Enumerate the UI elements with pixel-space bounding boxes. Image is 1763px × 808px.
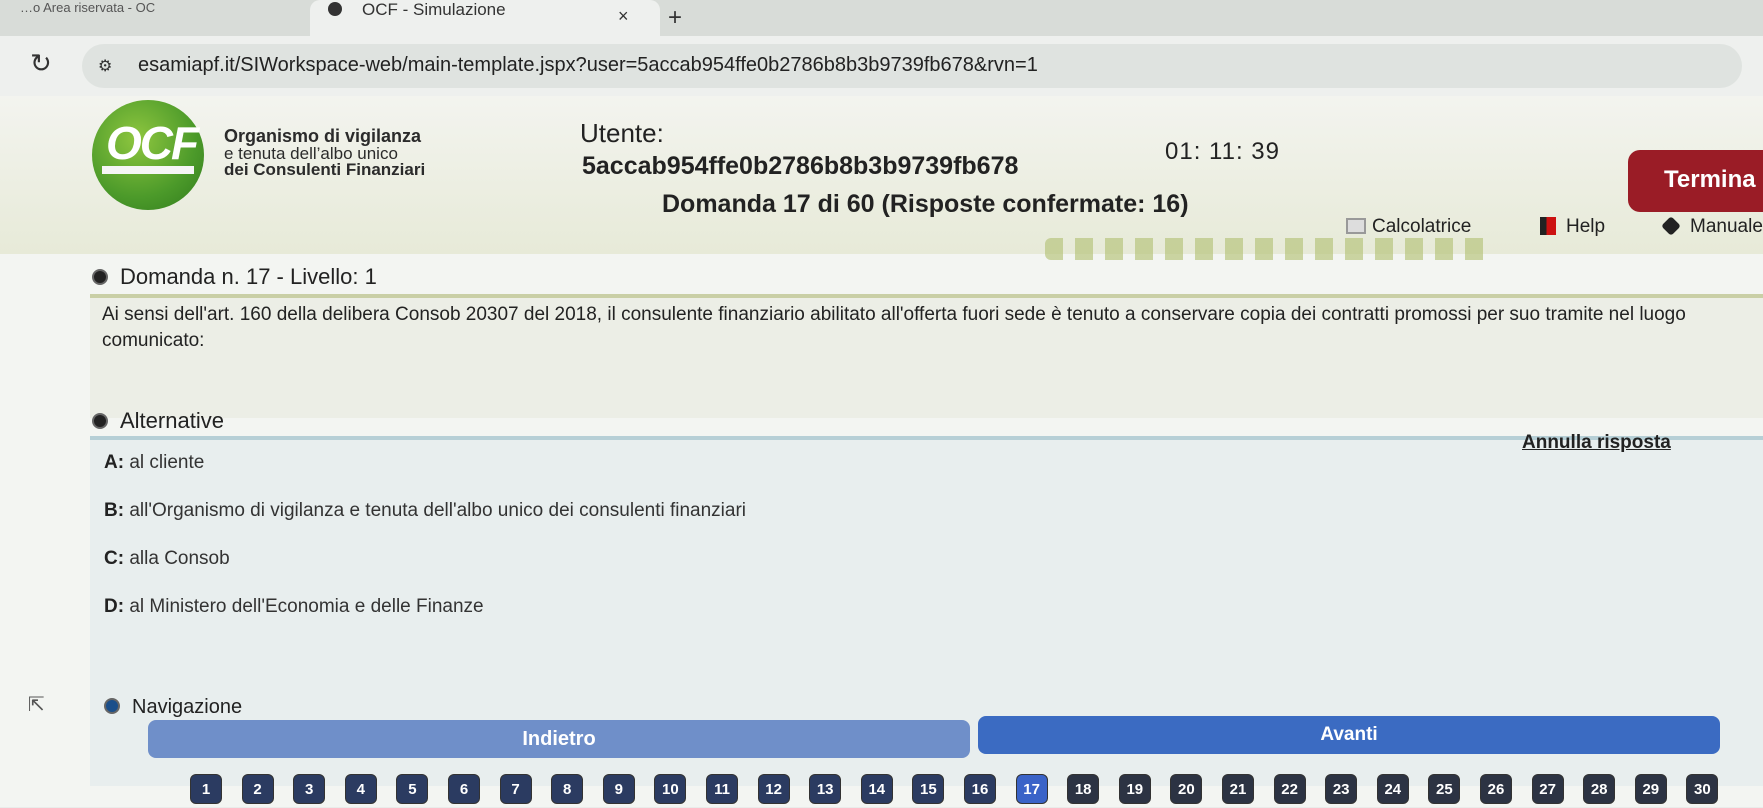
bullet-icon bbox=[92, 413, 108, 429]
timer: 01: 11: 39 bbox=[1165, 138, 1280, 165]
question-number-button[interactable]: 5 bbox=[396, 774, 429, 804]
question-number-button[interactable]: 24 bbox=[1376, 774, 1409, 804]
question-number-button[interactable]: 4 bbox=[344, 774, 377, 804]
question-number-button[interactable]: 23 bbox=[1325, 774, 1358, 804]
question-number-button[interactable]: 16 bbox=[964, 774, 996, 804]
calcolatrice-label: Calcolatrice bbox=[1372, 216, 1472, 237]
calculator-icon bbox=[1346, 218, 1366, 234]
alternatives-divider bbox=[90, 436, 1763, 440]
navigation-heading: Navigazione bbox=[104, 696, 242, 719]
question-heading-text: Domanda n. 17 - Livello: 1 bbox=[120, 264, 377, 289]
navigation-heading-text: Navigazione bbox=[132, 696, 243, 718]
url-field[interactable]: ⚙ esamiapf.it/SIWorkspace-web/main-templ… bbox=[82, 44, 1742, 88]
question-number-button[interactable]: 3 bbox=[293, 774, 326, 804]
site-info-icon[interactable]: ⚙ bbox=[98, 56, 112, 76]
alternatives-heading: Alternative bbox=[92, 408, 224, 434]
logo-text: OCF bbox=[106, 117, 199, 169]
help-label: Help bbox=[1566, 216, 1606, 237]
logo-bar bbox=[102, 166, 194, 174]
question-number-button[interactable]: 28 bbox=[1583, 774, 1616, 804]
ocf-logo: OCF bbox=[92, 100, 204, 210]
question-number-button[interactable]: 29 bbox=[1634, 774, 1667, 804]
question-number-button[interactable]: 13 bbox=[809, 774, 842, 804]
indietro-button[interactable]: Indietro bbox=[148, 720, 970, 758]
question-number-button[interactable]: 15 bbox=[912, 774, 945, 804]
new-tab-button[interactable]: + bbox=[668, 6, 682, 30]
active-tab[interactable]: OCF - Simulazione × bbox=[310, 0, 660, 36]
question-number-button[interactable]: 22 bbox=[1273, 774, 1306, 804]
alternative-text: al Ministero dell'Economia e delle Finan… bbox=[129, 596, 484, 617]
question-number-button[interactable]: 8 bbox=[551, 774, 584, 804]
alternative-text: all'Organismo di vigilanza e tenuta dell… bbox=[129, 500, 747, 521]
help-icon bbox=[1540, 217, 1556, 235]
user-label: Utente: bbox=[580, 118, 664, 148]
reload-icon[interactable]: ↻ bbox=[30, 48, 52, 79]
question-number-button[interactable]: 20 bbox=[1170, 774, 1203, 804]
termina-button[interactable]: Termina bbox=[1628, 150, 1763, 212]
alternative-key: D: bbox=[104, 596, 125, 617]
page: OCF Organismo di vigilanza e tenuta dell… bbox=[0, 96, 1763, 807]
header-decoration bbox=[1045, 238, 1495, 260]
manual-icon bbox=[1661, 216, 1681, 236]
mouse-cursor-icon: ⇱ bbox=[28, 694, 45, 716]
alternative-key: C: bbox=[104, 548, 125, 569]
alternative-c[interactable]: C: alla Consob bbox=[104, 548, 230, 570]
browser-tab-bar: …o Area riservata - OC OCF - Simulazione… bbox=[0, 0, 1763, 36]
question-number-button[interactable]: 26 bbox=[1480, 774, 1512, 804]
question-heading: Domanda n. 17 - Livello: 1 bbox=[92, 264, 377, 290]
alternative-d[interactable]: D: al Ministero dell'Economia e delle Fi… bbox=[104, 596, 484, 618]
question-number-button[interactable]: 14 bbox=[860, 774, 893, 804]
question-number-button[interactable]: 6 bbox=[448, 774, 480, 804]
question-number-button[interactable]: 9 bbox=[602, 774, 635, 804]
alternative-key: B: bbox=[104, 500, 125, 521]
alternatives-heading-text: Alternative bbox=[120, 408, 224, 433]
manuale-label: Manuale bbox=[1690, 216, 1763, 237]
favicon-icon bbox=[328, 2, 342, 16]
avanti-button[interactable]: Avanti bbox=[978, 716, 1720, 754]
tab-title: OCF - Simulazione bbox=[362, 0, 506, 19]
page-header: OCF Organismo di vigilanza e tenuta dell… bbox=[0, 96, 1763, 260]
org-name-line3: dei Consulenti Finanziari bbox=[224, 160, 426, 179]
bullet-icon bbox=[92, 269, 108, 285]
url-text: esamiapf.it/SIWorkspace-web/main-templat… bbox=[138, 54, 1038, 76]
question-number-button[interactable]: 10 bbox=[654, 774, 687, 804]
question-number-button[interactable]: 12 bbox=[757, 774, 790, 804]
question-divider bbox=[90, 294, 1763, 298]
address-bar: ↻ ⚙ esamiapf.it/SIWorkspace-web/main-tem… bbox=[0, 36, 1763, 96]
manuale-link[interactable]: Manuale bbox=[1661, 216, 1763, 238]
question-number-button[interactable]: 1 bbox=[190, 774, 222, 804]
previous-tab[interactable]: …o Area riservata - OC bbox=[0, 0, 320, 14]
user-id: 5accab954ffe0b2786b8b3b9739fb678 bbox=[582, 152, 1019, 180]
question-text: Ai sensi dell'art. 160 della delibera Co… bbox=[102, 304, 1686, 351]
question-number-button[interactable]: 21 bbox=[1222, 774, 1254, 804]
alternative-b[interactable]: B: all'Organismo di vigilanza e tenuta d… bbox=[104, 500, 746, 522]
alternative-text: al cliente bbox=[129, 452, 205, 473]
question-counter: Domanda 17 di 60 (Risposte confermate: 1… bbox=[662, 190, 1189, 218]
question-number-list: 1 2 3 4 5 6 7 8 9 10 11 12 13 14 15 16 17 18 19 20 21 22 23 24 2… bbox=[190, 774, 1750, 808]
question-number-button[interactable]: 17 bbox=[1015, 774, 1048, 804]
alternative-text: alla Consob bbox=[129, 548, 230, 569]
question-number-button[interactable]: 7 bbox=[499, 774, 532, 804]
question-number-button[interactable]: 2 bbox=[241, 774, 274, 804]
alternative-key: A: bbox=[104, 452, 125, 473]
question-number-button[interactable]: 11 bbox=[706, 774, 738, 804]
previous-tab-title: …o Area riservata - OC bbox=[20, 0, 156, 14]
question-number-button[interactable]: 25 bbox=[1428, 774, 1461, 804]
help-link[interactable]: Help bbox=[1540, 216, 1605, 238]
calcolatrice-link[interactable]: Calcolatrice bbox=[1346, 216, 1471, 238]
alternative-a[interactable]: A: al cliente bbox=[104, 452, 204, 474]
tab-close-icon[interactable]: × bbox=[618, 6, 629, 27]
question-number-button[interactable]: 19 bbox=[1118, 774, 1151, 804]
bullet-icon bbox=[104, 698, 120, 714]
question-number-button[interactable]: 27 bbox=[1531, 774, 1564, 804]
annulla-risposta-link[interactable]: Annulla risposta bbox=[1522, 432, 1671, 454]
question-number-button[interactable]: 30 bbox=[1686, 774, 1719, 804]
question-number-button[interactable]: 18 bbox=[1067, 774, 1100, 804]
